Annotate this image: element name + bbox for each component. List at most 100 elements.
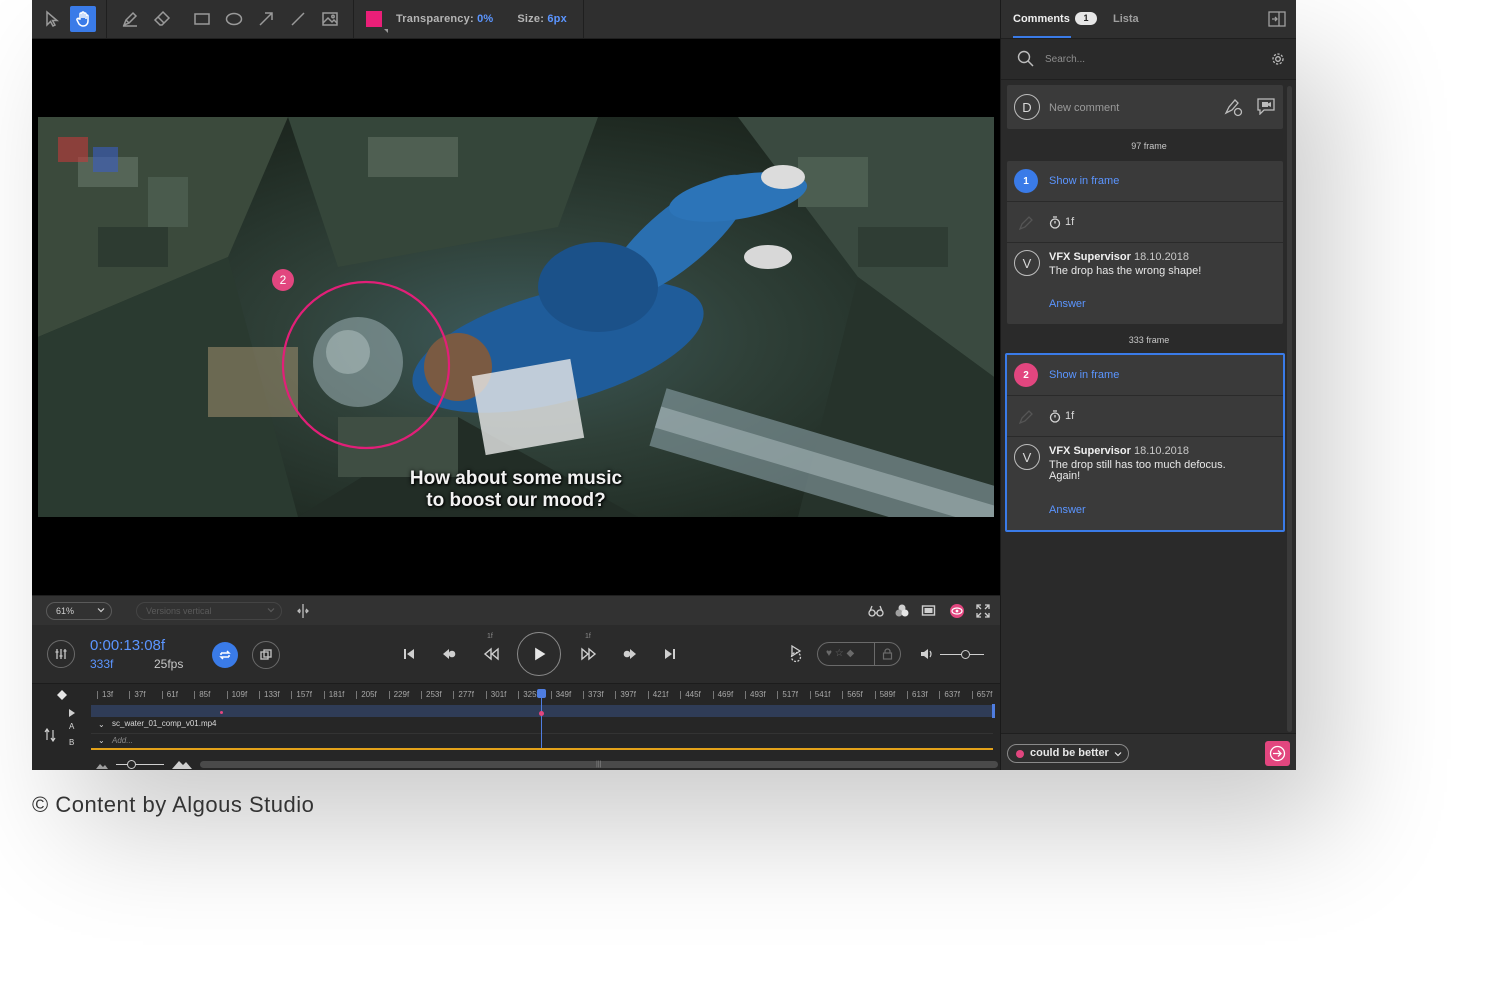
size-control[interactable]: Size: 6px [517,13,567,25]
current-user-avatar: D [1014,94,1040,120]
annotations-visibility-icon[interactable] [949,603,965,619]
chevron-down-icon [267,608,275,613]
timeline[interactable]: 13f 37f 61f 85f 109f 133f 157f 181f 205f 229f 253f… [32,683,1000,770]
rating-selector[interactable]: ♥ ☆ ◆ [817,642,901,666]
view-mode-select[interactable]: Versions vertical [136,602,282,620]
go-to-start-button[interactable] [397,642,421,666]
loop-toggle-button[interactable] [212,642,238,668]
go-to-end-button[interactable] [658,642,682,666]
color-channels-icon[interactable] [895,603,909,618]
size-unit: px [553,13,567,25]
hand-icon [76,11,89,27]
comments-scrollbar[interactable] [1287,86,1292,732]
scroll-grip-icon[interactable]: ||| [596,761,601,768]
next-comment-button[interactable] [618,642,642,666]
comment-1-show-in-frame[interactable]: Show in frame [1049,175,1119,187]
color-swatch-button[interactable] [366,11,388,33]
video-frame[interactable]: 2 How about some music to boost our mood… [38,117,994,517]
previous-comment-button[interactable] [437,642,461,666]
video-comment-icon[interactable] [1256,97,1276,115]
range-end-handle[interactable] [992,704,995,718]
timeline-zoom-track[interactable] [116,764,164,765]
timeline-zoom-handle[interactable] [127,760,136,769]
pen-tool-button[interactable] [117,6,143,32]
step-forward-button[interactable] [577,642,601,666]
search-input[interactable] [1045,50,1245,68]
hand-tool-button[interactable] [70,6,96,32]
line-tool-button[interactable] [285,6,311,32]
zoom-out-mountain-icon[interactable] [96,761,108,769]
pointer-icon [46,10,60,27]
compare-glasses-icon[interactable] [868,604,884,618]
comment-1-date: 18.10.2018 [1133,251,1190,263]
comment-marker-2[interactable] [539,711,544,716]
safe-frame-icon[interactable] [921,604,937,618]
rectangle-tool-button[interactable] [189,6,215,32]
comment-2-show-in-frame[interactable]: Show in frame [1049,369,1119,381]
volume-slider-handle[interactable] [961,650,970,659]
timeline-tick: 493f [745,690,766,699]
comment-2-author-name: VFX Supervisor [1049,445,1131,457]
comment-2-answer-link[interactable]: Answer [1049,504,1086,516]
zoom-in-mountain-icon[interactable] [172,759,192,769]
comment-marker-1[interactable] [220,711,223,714]
previous-marker-icon [443,649,456,659]
playhead[interactable] [537,689,546,749]
tab-comments[interactable]: Comments [1013,13,1070,25]
timeline-tick: 541f [809,690,831,699]
new-comment-box[interactable]: D New comment [1007,85,1283,129]
pen-icon [122,11,138,27]
expand-triangle-icon[interactable] [69,709,75,717]
comment-1-answer-link[interactable]: Answer [1049,298,1086,310]
pointer-tool-button[interactable] [38,6,64,32]
ellipse-tool-button[interactable] [221,6,247,32]
timeline-tick: 133f [259,690,280,699]
track-a-name[interactable]: sc_water_01_comp_v01.mp4 [112,719,217,728]
zoom-select[interactable]: 61% [46,602,112,620]
frame-header-97: 97 frame [1131,141,1167,151]
viewer-options-bar: 61% Versions vertical [32,595,1000,625]
loop-icon [219,650,231,660]
submit-review-button[interactable] [1265,741,1290,766]
in-out-range-line [91,748,993,750]
tab-list[interactable]: Lista [1113,13,1139,25]
transparency-control[interactable]: Transparency: 0% [396,13,493,25]
skip-start-icon [404,649,414,659]
rating-icons: ♥ ☆ ◆ [826,648,855,659]
layers-button[interactable] [252,641,280,669]
timeline-horizontal-scrollbar[interactable]: ||| [200,761,998,768]
status-bar: could be better [1001,733,1296,770]
playback-speed-icon[interactable] [788,645,804,663]
comment-1-header: 1 Show in frame [1007,161,1283,202]
transparency-label: Transparency: [396,13,474,25]
track-b-add[interactable]: Add... [112,736,133,745]
annotation-marker[interactable]: 2 [272,269,294,291]
image-tool-button[interactable] [317,6,343,32]
comment-1-author: VFX Supervisor 18.10.2018 [1049,251,1189,263]
keyframe-diamond-icon[interactable] [57,690,67,700]
eraser-tool-button[interactable] [149,6,175,32]
track-a-collapse-icon[interactable]: ⌄ [98,720,105,729]
split-compare-icon[interactable] [296,603,310,619]
step-forward-amount: 1f [585,633,591,640]
adjustments-button[interactable] [47,640,75,668]
draw-attach-icon[interactable] [1223,97,1243,117]
arrow-tool-button[interactable] [253,6,279,32]
volume-icon[interactable] [920,648,934,660]
comment-card-2[interactable]: 2 Show in frame 1f V VFX Supervisor 18.1… [1005,353,1285,532]
fullscreen-icon[interactable] [976,604,990,618]
status-select[interactable]: could be better [1007,744,1129,763]
play-button[interactable] [517,632,561,676]
track-b-collapse-icon[interactable]: ⌄ [98,736,105,745]
lock-icon[interactable] [882,648,893,660]
next-marker-icon [623,649,636,659]
step-back-button[interactable] [479,642,503,666]
comment-card-1[interactable]: 1 Show in frame 1f V VFX Supervisor 18.1… [1007,161,1283,324]
gear-icon[interactable] [1271,52,1285,66]
rating-divider [874,643,875,665]
collapse-panel-icon[interactable] [1268,11,1286,27]
sort-tracks-icon[interactable] [44,728,56,742]
video-viewer[interactable]: 2 How about some music to boost our mood… [32,39,1000,595]
toolbar-divider [582,0,584,39]
new-comment-placeholder[interactable]: New comment [1049,102,1119,114]
